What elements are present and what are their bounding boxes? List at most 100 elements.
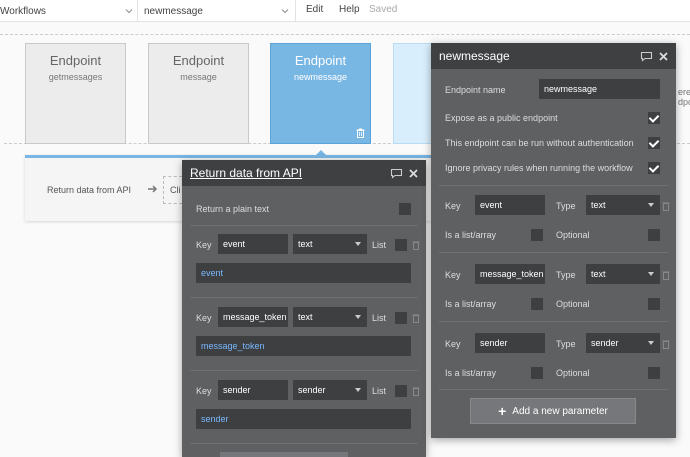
key-input[interactable]: sender — [218, 380, 288, 400]
type-select[interactable]: sender — [293, 380, 367, 400]
endpoint-title: Endpoint — [172, 53, 225, 68]
list-label: List — [372, 240, 387, 250]
public-endpoint-checkbox[interactable] — [648, 112, 660, 124]
key-label: Key — [445, 201, 461, 211]
list-checkbox[interactable] — [395, 312, 407, 324]
type-value: text — [298, 239, 313, 249]
endpoint-name: newmessage — [293, 72, 348, 82]
comment-icon[interactable] — [640, 51, 653, 62]
option-label: This endpoint can be run without authent… — [445, 138, 634, 148]
key-label: Key — [196, 240, 212, 250]
ignore-privacy-checkbox[interactable] — [648, 162, 660, 174]
type-label: Type — [556, 339, 576, 349]
list-label: List — [372, 386, 387, 396]
option-label: Ignore privacy rules when running the wo… — [445, 163, 633, 173]
trash-icon[interactable] — [412, 240, 420, 250]
endpoint-name: message — [180, 72, 217, 82]
param-key-input[interactable]: sender — [475, 333, 545, 353]
param-type-select[interactable]: text — [586, 264, 660, 284]
param-type-select[interactable]: text — [586, 195, 660, 215]
step-label[interactable]: Return data from API — [47, 185, 131, 195]
plain-text-label: Return a plain text — [196, 204, 270, 214]
optional-label: Optional — [556, 230, 590, 240]
type-value: text — [591, 200, 606, 210]
workflow-select-value: newmessage — [144, 5, 203, 17]
endpoint-settings-panel: newmessage Endpoint name newmessage Expo… — [431, 43, 676, 438]
close-icon[interactable] — [659, 51, 668, 61]
chevron-down-icon[interactable] — [124, 6, 134, 16]
endpoint-card-getmessages[interactable]: Endpoint getmessages — [25, 43, 126, 144]
add-action-text: Cli — [170, 185, 181, 195]
list-checkbox[interactable] — [395, 385, 407, 397]
optional-checkbox[interactable] — [648, 367, 660, 379]
value-expression[interactable]: message_token — [196, 336, 411, 356]
type-label: Type — [556, 201, 576, 211]
endpoint-card-newmessage[interactable]: Endpoint newmessage — [270, 43, 371, 144]
workflow-selector[interactable]: newmessage — [144, 0, 203, 22]
endpoint-title: Endpoint — [49, 53, 102, 68]
key-label: Key — [445, 339, 461, 349]
value-expression[interactable]: sender — [196, 409, 411, 429]
type-select[interactable]: text — [293, 234, 367, 254]
value-expression[interactable]: event — [196, 263, 411, 283]
plus-icon: + — [498, 403, 507, 419]
type-value: sender — [591, 338, 619, 348]
trash-icon[interactable] — [662, 270, 670, 280]
key-input[interactable]: event — [218, 234, 288, 254]
endpoint-name-label: Endpoint name — [445, 85, 506, 95]
endpoint-name-input[interactable]: newmessage — [539, 79, 660, 99]
option-label: Expose as a public endpoint — [445, 113, 558, 123]
trash-icon[interactable] — [662, 339, 670, 349]
list-label: List — [372, 313, 387, 323]
list-label: Is a list/array — [445, 299, 497, 309]
trash-icon[interactable] — [662, 201, 670, 211]
add-field-button-partial[interactable] — [220, 452, 348, 457]
endpoint-name: getmessages — [48, 72, 103, 82]
endpoint-card-message[interactable]: Endpoint message — [148, 43, 249, 144]
panel-title[interactable]: Return data from API — [190, 166, 302, 180]
add-parameter-label: Add a new parameter — [512, 405, 608, 417]
trash-icon[interactable] — [356, 128, 365, 138]
list-label: Is a list/array — [445, 230, 497, 240]
key-input[interactable]: message_token — [218, 307, 288, 327]
param-key-input[interactable]: event — [475, 195, 545, 215]
list-label: Is a list/array — [445, 368, 497, 378]
param-key-input[interactable]: message_token — [475, 264, 545, 284]
trash-icon[interactable] — [412, 386, 420, 396]
type-value: sender — [298, 385, 326, 395]
endpoint-title: Endpoint — [294, 53, 347, 68]
list-checkbox[interactable] — [395, 239, 407, 251]
chevron-down-icon[interactable] — [280, 6, 290, 16]
param-type-select[interactable]: sender — [586, 333, 660, 353]
arrow-right-icon — [148, 185, 158, 193]
is-list-checkbox[interactable] — [531, 229, 543, 241]
close-icon[interactable] — [409, 168, 418, 178]
page-selector[interactable]: Workflows — [0, 0, 46, 22]
comment-icon[interactable] — [390, 168, 403, 179]
save-status: Saved — [369, 4, 398, 15]
is-list-checkbox[interactable] — [531, 367, 543, 379]
no-auth-checkbox[interactable] — [648, 137, 660, 149]
is-list-checkbox[interactable] — [531, 298, 543, 310]
menu-help[interactable]: Help — [339, 4, 360, 15]
key-label: Key — [445, 270, 461, 280]
key-label: Key — [196, 386, 212, 396]
menu-edit[interactable]: Edit — [306, 4, 323, 15]
optional-checkbox[interactable] — [648, 298, 660, 310]
page-label: Workflows — [0, 5, 46, 17]
panel-title: newmessage — [439, 49, 510, 63]
type-select[interactable]: text — [293, 307, 367, 327]
plain-text-checkbox[interactable] — [399, 203, 411, 215]
partial-text: dpo — [678, 97, 690, 107]
partial-text: ere — [678, 87, 690, 97]
type-label: Type — [556, 270, 576, 280]
optional-label: Optional — [556, 299, 590, 309]
add-parameter-button[interactable]: + Add a new parameter — [470, 398, 636, 424]
optional-checkbox[interactable] — [648, 229, 660, 241]
type-value: text — [591, 269, 606, 279]
key-label: Key — [196, 313, 212, 323]
trash-icon[interactable] — [412, 313, 420, 323]
type-value: text — [298, 312, 313, 322]
top-toolbar: Workflows newmessage Edit Help Saved — [0, 0, 690, 22]
return-data-panel: Return data from API Return a plain text… — [182, 160, 426, 457]
